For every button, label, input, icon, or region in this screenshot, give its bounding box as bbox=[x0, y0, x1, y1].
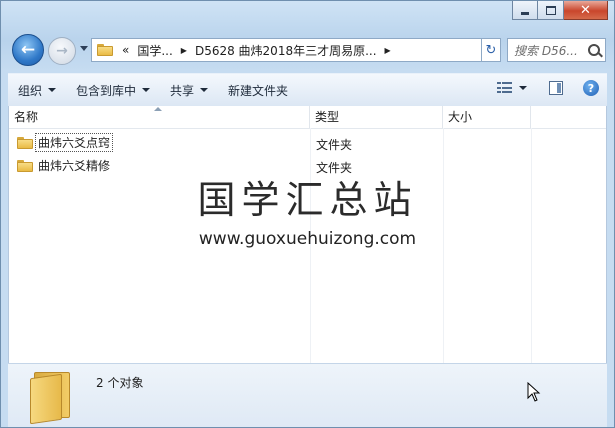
command-bar: 组织 包含到库中 共享 新建文件夹 ? bbox=[8, 73, 607, 107]
new-folder-button[interactable]: 新建文件夹 bbox=[218, 82, 298, 99]
folder-icon bbox=[97, 44, 113, 56]
back-button[interactable]: ← bbox=[12, 34, 44, 66]
file-name: 曲炜六爻点窍 bbox=[34, 133, 114, 152]
column-header: 名称 类型 大小 bbox=[9, 106, 606, 129]
column-type-label: 类型 bbox=[315, 110, 340, 124]
address-bar[interactable]: « 国学... ▶ D5628 曲炜2018年三才周易原... ▶ bbox=[91, 38, 501, 62]
forward-button[interactable]: → bbox=[48, 37, 76, 65]
minimize-icon bbox=[521, 11, 529, 15]
file-type: 文件夹 bbox=[316, 161, 353, 175]
file-list: 名称 类型 大小 曲炜六爻点窍 文件夹 曲炜六爻精修 文件夹 bbox=[8, 106, 607, 363]
chevron-down-icon bbox=[142, 88, 151, 92]
column-header-size[interactable]: 大小 bbox=[443, 106, 531, 128]
navigation-bar: ← → « 国学... ▶ D5628 曲炜2018年三才周易原... ▶ ↻ … bbox=[9, 34, 606, 66]
breadcrumb-item[interactable]: D5628 曲炜2018年三才周易原... bbox=[195, 42, 377, 59]
forward-arrow-icon: → bbox=[56, 43, 68, 59]
organize-label: 组织 bbox=[18, 83, 43, 98]
search-icon[interactable] bbox=[588, 44, 600, 56]
column-header-type[interactable]: 类型 bbox=[310, 106, 443, 128]
refresh-icon: ↻ bbox=[485, 42, 497, 58]
change-view-icon[interactable] bbox=[497, 82, 512, 94]
sort-ascending-icon bbox=[154, 107, 162, 111]
minimize-button[interactable] bbox=[512, 1, 538, 20]
maximize-icon bbox=[545, 5, 556, 15]
search-input[interactable]: 搜索 D56... bbox=[507, 38, 606, 62]
folder-icon bbox=[17, 159, 33, 172]
view-controls: ? bbox=[497, 80, 599, 96]
view-options-chevron-icon[interactable] bbox=[519, 86, 527, 90]
column-size-label: 大小 bbox=[448, 110, 473, 124]
breadcrumb-separator-icon[interactable]: ▶ bbox=[181, 46, 187, 55]
details-pane: 2 个对象 bbox=[8, 363, 607, 427]
breadcrumb-overflow[interactable]: « bbox=[122, 43, 129, 57]
search-placeholder: 搜索 D56... bbox=[514, 43, 578, 58]
preview-pane-icon[interactable] bbox=[549, 81, 563, 95]
close-icon: ✕ bbox=[580, 2, 591, 18]
chevron-down-icon bbox=[48, 88, 57, 92]
chevron-down-icon bbox=[200, 88, 209, 92]
file-type: 文件夹 bbox=[316, 138, 353, 152]
share-button[interactable]: 共享 bbox=[160, 82, 218, 99]
share-label: 共享 bbox=[170, 83, 195, 98]
list-item[interactable]: 曲炜六爻点窍 文件夹 bbox=[9, 131, 606, 153]
breadcrumb: « 国学... ▶ D5628 曲炜2018年三才周易原... ▶ bbox=[122, 42, 399, 59]
breadcrumb-separator-icon[interactable]: ▶ bbox=[385, 46, 391, 55]
mouse-cursor-icon bbox=[527, 382, 541, 402]
back-arrow-icon: ← bbox=[20, 40, 36, 60]
recent-pages-dropdown-icon[interactable] bbox=[80, 46, 88, 51]
explorer-window: ✕ ← → « 国学... ▶ D5628 曲炜2018年三才周易原... ▶ … bbox=[0, 0, 615, 428]
window-controls: ✕ bbox=[512, 1, 608, 20]
close-button[interactable]: ✕ bbox=[564, 1, 608, 20]
file-name: 曲炜六爻精修 bbox=[38, 159, 111, 173]
list-item[interactable]: 曲炜六爻精修 文件夹 bbox=[9, 154, 606, 176]
help-icon[interactable]: ? bbox=[583, 80, 599, 96]
folder-icon bbox=[30, 370, 72, 425]
item-count: 2 个对象 bbox=[96, 376, 144, 390]
maximize-button[interactable] bbox=[538, 1, 564, 20]
new-folder-label: 新建文件夹 bbox=[228, 83, 289, 98]
breadcrumb-item[interactable]: 国学... bbox=[137, 42, 172, 59]
column-name-label: 名称 bbox=[14, 110, 39, 124]
refresh-button[interactable]: ↻ bbox=[481, 38, 501, 62]
organize-button[interactable]: 组织 bbox=[8, 82, 66, 99]
folder-icon bbox=[17, 136, 33, 149]
include-in-library-label: 包含到库中 bbox=[76, 83, 137, 98]
include-in-library-button[interactable]: 包含到库中 bbox=[66, 82, 160, 99]
